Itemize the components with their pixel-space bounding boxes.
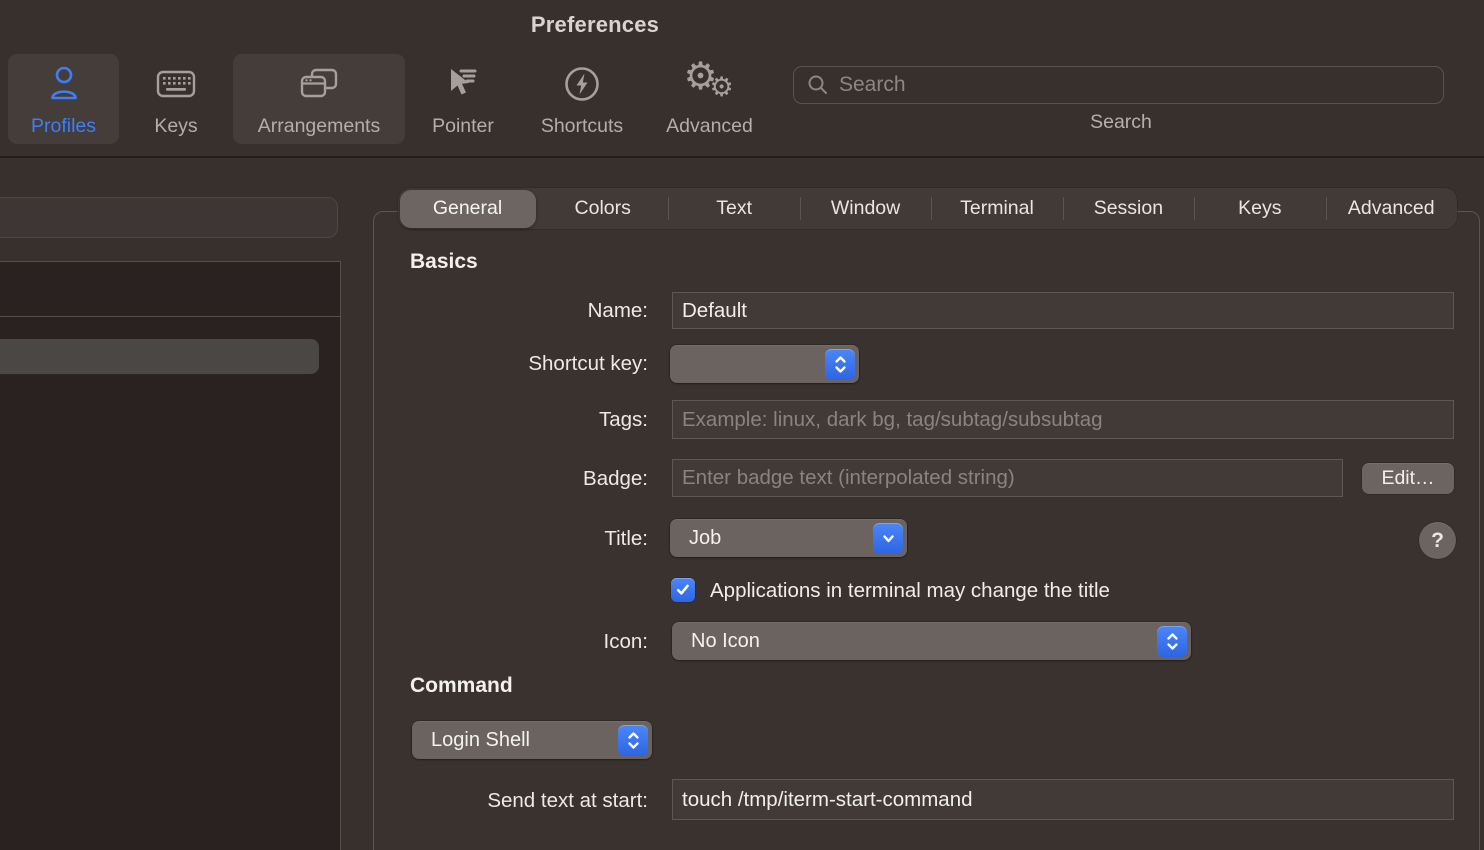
help-button[interactable]: ?: [1419, 522, 1456, 559]
tags-label: Tags:: [410, 408, 648, 432]
toolbar-item-label: Shortcuts: [541, 115, 623, 137]
updown-chevrons-icon: [1157, 626, 1187, 657]
gears-icon: ⚙⚙: [682, 54, 738, 113]
title-label: Title:: [410, 527, 648, 551]
toolbar-item-label: Pointer: [432, 115, 494, 137]
toolbar-item-label: Profiles: [31, 115, 96, 137]
badge-field[interactable]: [672, 459, 1343, 497]
name-label: Name:: [410, 299, 648, 323]
cursor-icon: [444, 54, 482, 113]
tags-field[interactable]: [672, 400, 1454, 439]
tab-general[interactable]: General: [400, 190, 536, 228]
title-change-checkbox[interactable]: [671, 578, 695, 602]
name-field[interactable]: [672, 292, 1454, 329]
tab-text[interactable]: Text: [668, 188, 799, 229]
tab-advanced[interactable]: Advanced: [1326, 188, 1457, 229]
updown-chevrons-icon: [618, 725, 648, 756]
tab-session[interactable]: Session: [1063, 188, 1194, 229]
shortcut-key-label: Shortcut key:: [410, 352, 648, 376]
basics-section-header: Basics: [410, 250, 478, 274]
window-title: Preferences: [420, 12, 770, 38]
title-change-checkbox-label: Applications in terminal may change the …: [710, 579, 1110, 603]
toolbar-divider: [0, 156, 1484, 158]
badge-edit-button[interactable]: Edit…: [1362, 463, 1454, 494]
toolbar-search-label: Search: [1083, 111, 1159, 134]
search-icon: [807, 74, 829, 96]
title-popup-value: Job: [670, 527, 721, 550]
toolbar-item-arrangements[interactable]: Arrangements: [233, 54, 405, 144]
title-popup[interactable]: Job: [670, 519, 907, 557]
icon-popup-value: No Icon: [672, 630, 760, 653]
preferences-window: Preferences Profiles Keys: [0, 0, 1484, 850]
checkmark-icon: [675, 582, 691, 598]
toolbar-item-pointer[interactable]: Pointer: [419, 54, 507, 144]
search-input[interactable]: [839, 73, 1399, 97]
toolbar-item-advanced[interactable]: ⚙⚙ Advanced: [652, 54, 767, 144]
icon-popup[interactable]: No Icon: [672, 622, 1191, 660]
toolbar-item-label: Advanced: [666, 115, 753, 137]
tab-window[interactable]: Window: [800, 188, 931, 229]
keyboard-icon: [156, 54, 196, 113]
command-section-header: Command: [410, 674, 513, 698]
profile-list-selected-row[interactable]: [0, 339, 319, 374]
tab-colors[interactable]: Colors: [537, 188, 668, 229]
send-text-field[interactable]: [672, 779, 1454, 820]
toolbar-search-field[interactable]: [793, 66, 1444, 104]
tab-terminal[interactable]: Terminal: [931, 188, 1062, 229]
chevron-down-icon: [873, 523, 903, 554]
toolbar-item-shortcuts[interactable]: Shortcuts: [523, 54, 641, 144]
command-type-popup[interactable]: Login Shell: [412, 721, 652, 759]
profile-search-field[interactable]: [0, 197, 338, 238]
person-icon: [47, 54, 81, 113]
profile-list[interactable]: [0, 261, 341, 850]
toolbar-item-label: Arrangements: [258, 115, 380, 137]
icon-label: Icon:: [410, 630, 648, 654]
lightning-icon: [562, 54, 602, 113]
badge-label: Badge:: [410, 467, 648, 491]
profile-tabbar: General Colors Text Window Terminal Sess…: [398, 188, 1457, 229]
send-text-label: Send text at start:: [410, 789, 648, 813]
toolbar-item-profiles[interactable]: Profiles: [8, 54, 119, 144]
profile-list-header: [0, 262, 340, 317]
shortcut-key-popup[interactable]: [670, 345, 859, 383]
updown-chevrons-icon: [825, 349, 855, 380]
tab-keys[interactable]: Keys: [1194, 188, 1325, 229]
toolbar-item-keys[interactable]: Keys: [136, 54, 216, 144]
toolbar-item-label: Keys: [154, 115, 197, 137]
command-type-value: Login Shell: [412, 729, 530, 752]
windows-icon: [299, 54, 339, 113]
